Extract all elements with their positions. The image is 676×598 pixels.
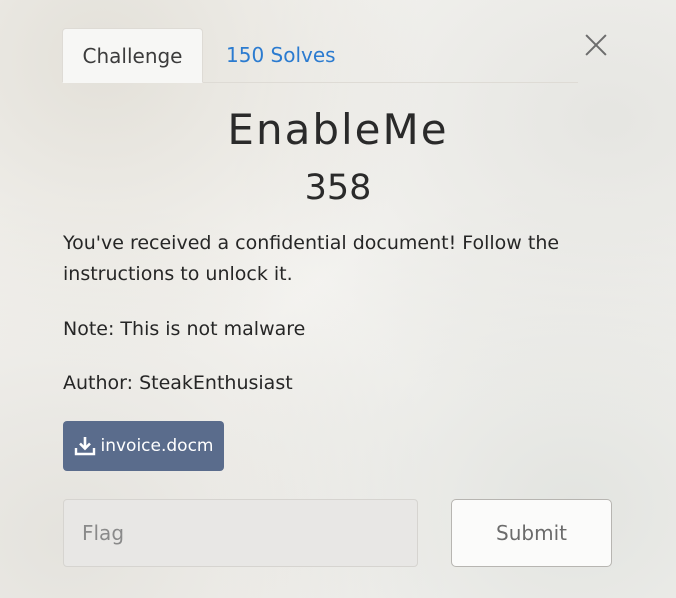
submit-button[interactable]: Submit [451, 499, 612, 567]
download-icon [74, 436, 96, 456]
tab-bar: Challenge 150 Solves [62, 28, 578, 83]
challenge-note: Note: This is not malware [63, 318, 306, 340]
challenge-points: 358 [304, 168, 372, 208]
file-name: invoice.docm [100, 436, 214, 456]
tab-challenge-label: Challenge [82, 43, 183, 68]
challenge-description: You've received a confidential document!… [63, 232, 560, 285]
flag-input[interactable] [63, 499, 418, 567]
tab-challenge[interactable]: Challenge [62, 28, 203, 83]
download-file-button[interactable]: invoice.docm [63, 421, 224, 471]
tab-solves[interactable]: 150 Solves [203, 28, 336, 81]
challenge-title: EnableMe [227, 105, 449, 154]
challenge-modal: Challenge 150 Solves EnableMe 358 You've… [0, 0, 676, 598]
close-icon[interactable] [583, 31, 609, 57]
challenge-author: Author: SteakEnthusiast [63, 372, 293, 394]
tab-solves-label: 150 Solves [226, 42, 336, 67]
